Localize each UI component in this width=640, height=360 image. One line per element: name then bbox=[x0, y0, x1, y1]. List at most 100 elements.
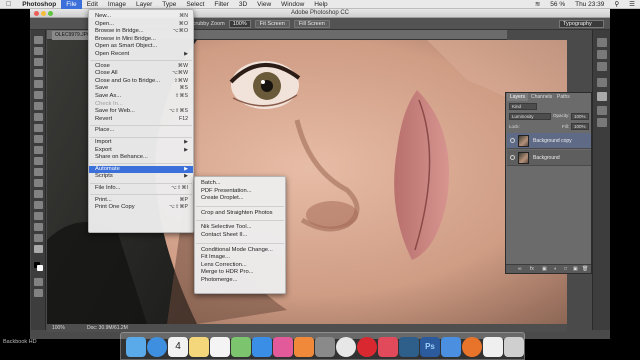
notes-icon[interactable] bbox=[189, 337, 209, 357]
paths-panel-icon[interactable] bbox=[597, 118, 607, 127]
zoom-value-field[interactable]: 100% bbox=[228, 19, 251, 28]
blur-tool-icon[interactable] bbox=[34, 168, 43, 176]
menu-layer[interactable]: Layer bbox=[131, 0, 157, 9]
layer-row[interactable]: Background copy bbox=[507, 133, 591, 149]
lightroom-icon[interactable] bbox=[399, 337, 419, 357]
channels-panel-icon[interactable] bbox=[597, 106, 607, 115]
healing-brush-tool-icon[interactable] bbox=[34, 102, 43, 110]
fill-field[interactable]: 100% bbox=[571, 123, 589, 130]
system-preferences-icon[interactable] bbox=[315, 337, 335, 357]
opera-icon[interactable] bbox=[357, 337, 377, 357]
workspace-select[interactable]: Typography bbox=[559, 19, 604, 28]
automate-menu-item[interactable]: Conditional Mode Change... bbox=[195, 247, 285, 255]
calendar-icon[interactable]: 4 bbox=[168, 337, 188, 357]
gradient-tool-icon[interactable] bbox=[34, 157, 43, 165]
safari-icon[interactable] bbox=[147, 337, 167, 357]
file-menu-item[interactable]: Browse in Bridge... ⌥⌘O bbox=[89, 28, 193, 36]
automate-menu-item[interactable]: Photomerge... bbox=[195, 277, 285, 285]
file-menu-item[interactable]: Save ⌘S bbox=[89, 85, 193, 93]
automate-menu-item[interactable]: Merge to HDR Pro... bbox=[195, 269, 285, 277]
layer-row[interactable]: Background bbox=[507, 150, 591, 166]
wifi-icon[interactable]: ≋ bbox=[530, 0, 545, 9]
finder-icon[interactable] bbox=[126, 337, 146, 357]
menu-select[interactable]: Select bbox=[181, 0, 209, 9]
opacity-field[interactable]: 100% bbox=[571, 113, 589, 120]
reminders-icon[interactable] bbox=[210, 337, 230, 357]
file-menu-item[interactable]: Save As... ⇧⌘S bbox=[89, 93, 193, 101]
mail-icon[interactable] bbox=[441, 337, 461, 357]
automate-menu-item[interactable]: Fit Image... bbox=[195, 254, 285, 262]
file-menu-item[interactable]: Close ⌘W bbox=[89, 63, 193, 71]
file-menu-item[interactable]: New... ⌘N bbox=[89, 13, 193, 21]
file-menu-item[interactable]: Export ▶ bbox=[89, 147, 193, 155]
layers-panel-icon[interactable] bbox=[597, 92, 607, 101]
automate-menu-item[interactable]: Contact Sheet II... bbox=[195, 232, 285, 240]
file-menu-item[interactable]: Save for Web... ⌥⇧⌘S bbox=[89, 108, 193, 116]
automate-menu-item[interactable]: Nik Selective Tool... bbox=[195, 224, 285, 232]
file-menu-item[interactable]: File Info... ⌥⇧⌘I bbox=[89, 185, 193, 193]
new-layer-icon[interactable]: ▣ bbox=[573, 266, 578, 272]
menu-file[interactable]: File bbox=[61, 0, 82, 9]
firefox-icon[interactable] bbox=[462, 337, 482, 357]
notification-center-icon[interactable]: ☰ bbox=[624, 0, 640, 9]
menu-3d[interactable]: 3D bbox=[234, 0, 252, 9]
layer-kind-filter[interactable]: Kind bbox=[509, 103, 537, 110]
hand-tool-icon[interactable] bbox=[34, 234, 43, 242]
menu-window[interactable]: Window bbox=[276, 0, 309, 9]
file-menu-item[interactable]: Close All ⌥⌘W bbox=[89, 70, 193, 78]
file-menu-item[interactable]: Browse in Mini Bridge... bbox=[89, 36, 193, 44]
dodge-tool-icon[interactable] bbox=[34, 179, 43, 187]
app-store-icon[interactable] bbox=[252, 337, 272, 357]
swatches-panel-icon[interactable] bbox=[597, 62, 607, 71]
visibility-eye-icon[interactable] bbox=[510, 138, 515, 143]
zoom-readout[interactable]: 100% bbox=[52, 324, 65, 332]
clone-stamp-tool-icon[interactable] bbox=[34, 124, 43, 132]
visibility-eye-icon[interactable] bbox=[510, 155, 515, 160]
eyedropper-tool-icon[interactable] bbox=[34, 91, 43, 99]
maps-icon[interactable] bbox=[231, 337, 251, 357]
marquee-tool-icon[interactable] bbox=[34, 47, 43, 55]
tab-channels[interactable]: Channels bbox=[528, 93, 555, 101]
file-icon[interactable] bbox=[483, 337, 503, 357]
file-menu-item[interactable]: Revert F12 bbox=[89, 116, 193, 124]
automate-menu-item[interactable]: Batch... bbox=[195, 180, 285, 188]
move-tool-icon[interactable] bbox=[34, 36, 43, 44]
automate-menu-item[interactable]: Create Droplet... bbox=[195, 195, 285, 203]
file-menu-item[interactable]: Automate ▶ bbox=[89, 165, 193, 174]
pen-tool-icon[interactable] bbox=[34, 190, 43, 198]
file-menu-item[interactable]: Open... ⌘O bbox=[89, 21, 193, 29]
zoom-tool-icon[interactable] bbox=[34, 245, 43, 253]
screen-mode-icon[interactable] bbox=[34, 289, 43, 297]
add-mask-icon[interactable]: ▣ bbox=[542, 266, 547, 272]
skitch-icon[interactable] bbox=[378, 337, 398, 357]
type-tool-icon[interactable] bbox=[34, 201, 43, 209]
fit-screen-button[interactable]: Fit Screen bbox=[254, 19, 290, 28]
shape-tool-icon[interactable] bbox=[34, 223, 43, 231]
automate-menu-item[interactable]: Crop and Straighten Photos bbox=[195, 210, 285, 218]
path-selection-tool-icon[interactable] bbox=[34, 212, 43, 220]
new-group-icon[interactable]: □ bbox=[564, 266, 567, 272]
minimize-window-icon[interactable] bbox=[41, 11, 46, 16]
tab-paths[interactable]: Paths bbox=[554, 93, 573, 101]
automate-menu-item[interactable]: PDF Presentation... bbox=[195, 188, 285, 196]
brush-tool-icon[interactable] bbox=[34, 113, 43, 121]
chrome-icon[interactable] bbox=[336, 337, 356, 357]
photoshop-icon[interactable]: Ps bbox=[420, 337, 440, 357]
delete-layer-icon[interactable]: 🗑 bbox=[582, 266, 588, 272]
close-window-icon[interactable] bbox=[34, 11, 39, 16]
history-brush-tool-icon[interactable] bbox=[34, 135, 43, 143]
quick-select-tool-icon[interactable] bbox=[34, 69, 43, 77]
color-panel-icon[interactable] bbox=[597, 50, 607, 59]
trash-icon[interactable] bbox=[504, 337, 524, 357]
history-panel-icon[interactable] bbox=[597, 38, 607, 47]
menu-edit[interactable]: Edit bbox=[82, 0, 103, 9]
menu-image[interactable]: Image bbox=[103, 0, 131, 9]
menu-type[interactable]: Type bbox=[157, 0, 181, 9]
clock[interactable]: Thu 23:39 bbox=[570, 0, 609, 9]
spotlight-icon[interactable]: ⚲ bbox=[609, 0, 624, 9]
app-menu-photoshop[interactable]: Photoshop bbox=[17, 0, 61, 9]
adjustments-panel-icon[interactable] bbox=[597, 78, 607, 87]
tab-layers[interactable]: Layers bbox=[507, 93, 529, 101]
menu-filter[interactable]: Filter bbox=[209, 0, 233, 9]
menu-view[interactable]: View bbox=[252, 0, 276, 9]
